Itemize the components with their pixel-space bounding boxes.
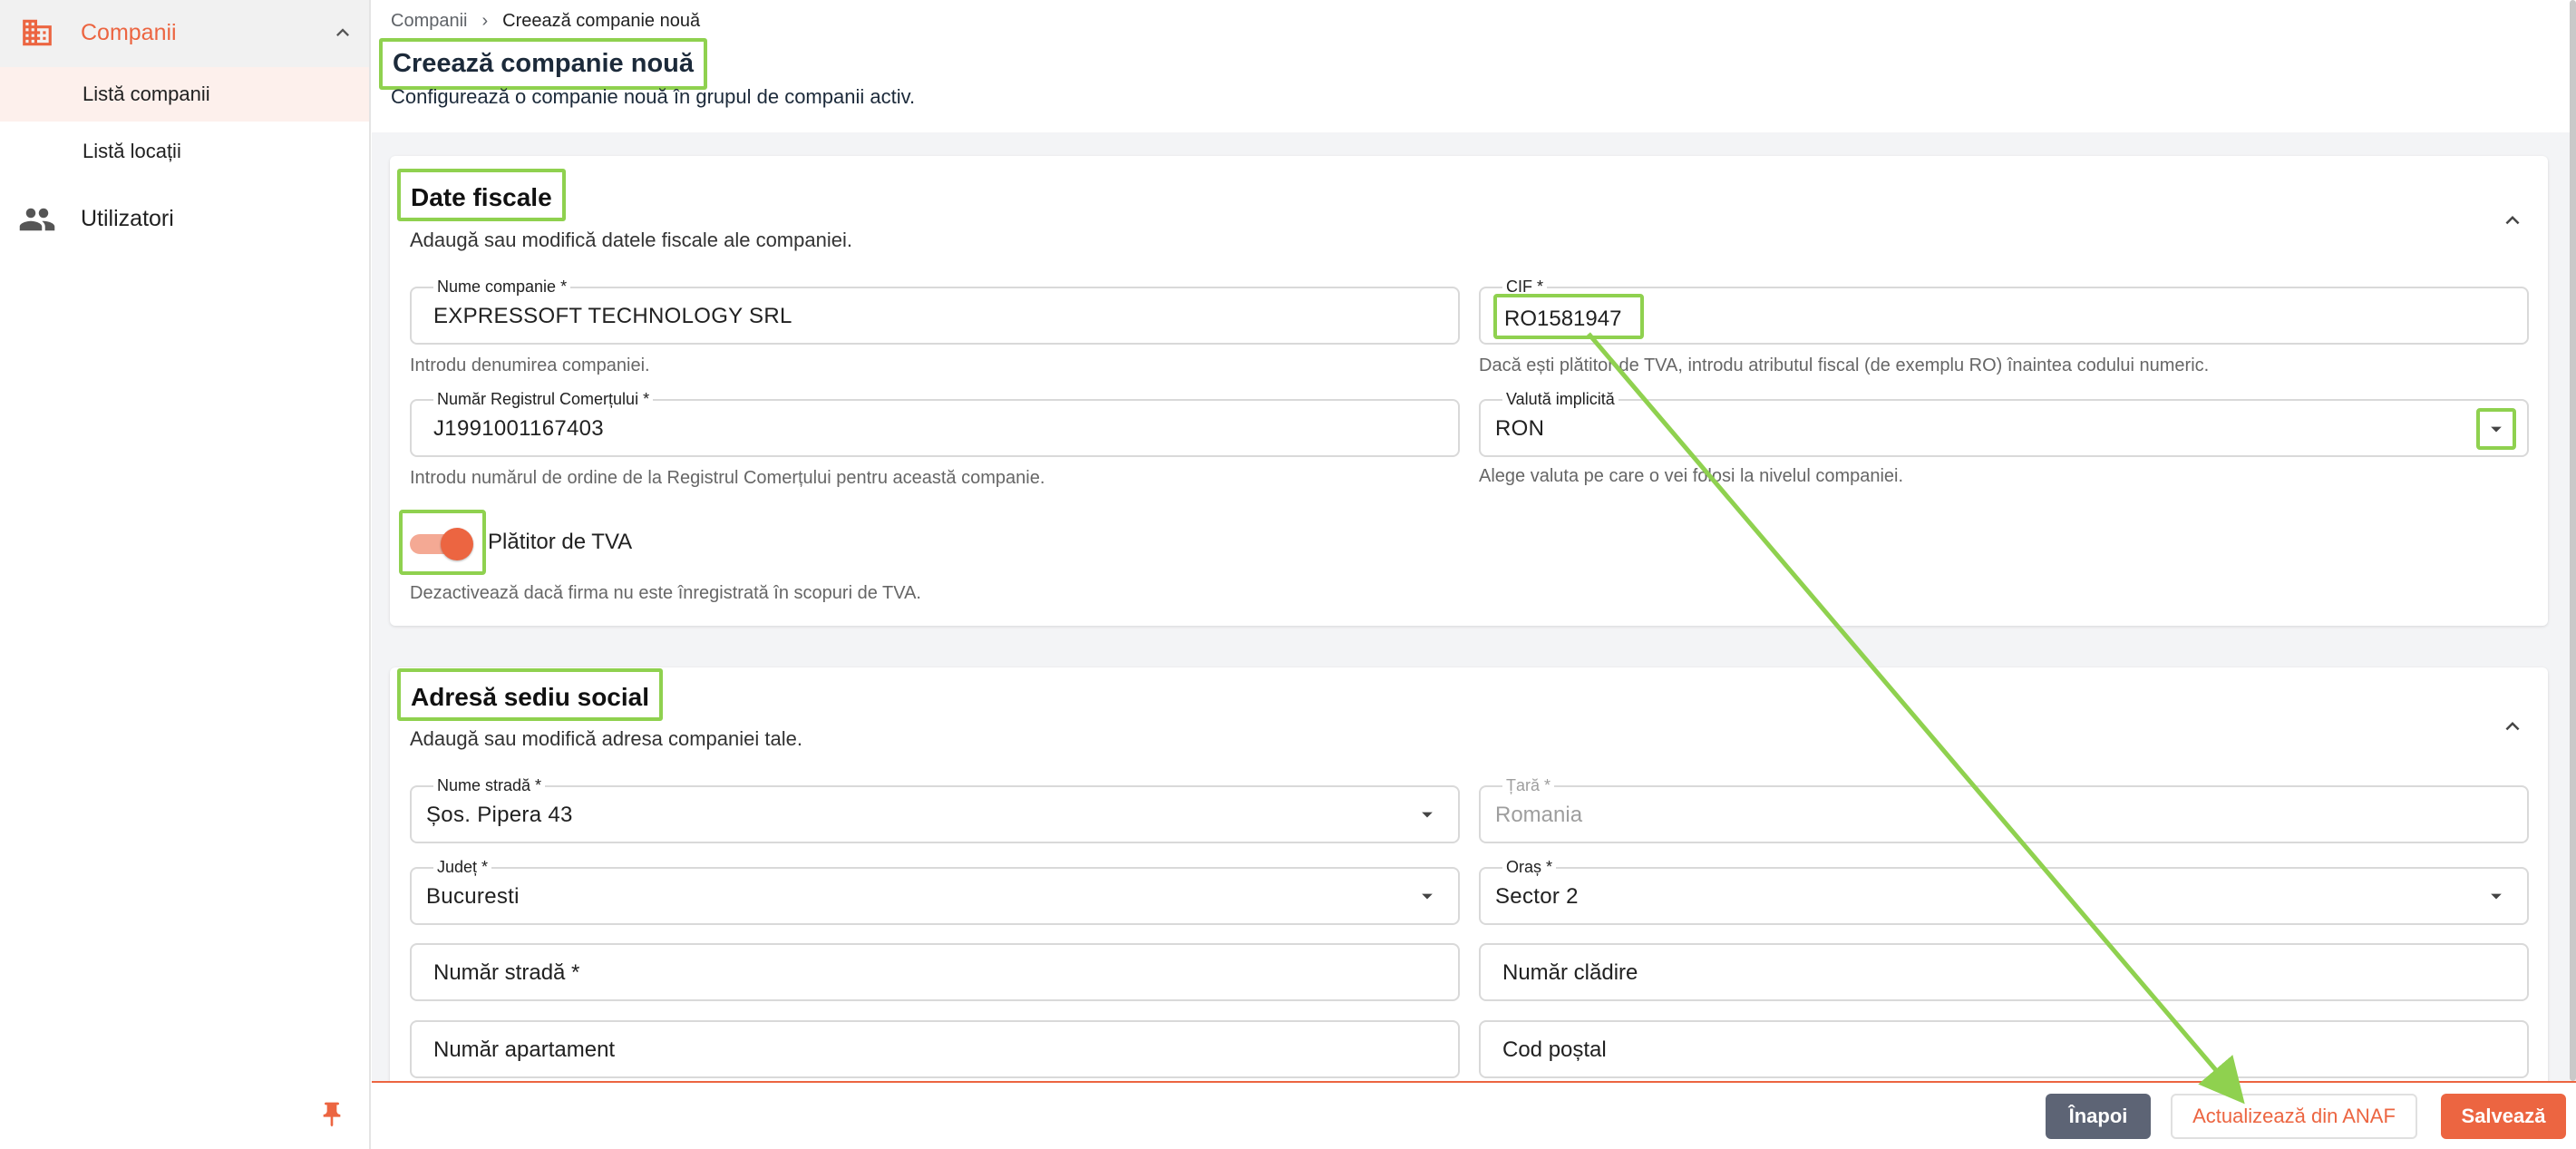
field-value: EXPRESSOFT TECHNOLOGY SRL bbox=[433, 304, 792, 328]
trade-register-field[interactable]: Număr Registrul Comerțului * J1991001167… bbox=[410, 390, 1460, 457]
cif-highlight: RO1581947 bbox=[1493, 294, 1644, 339]
sidebar-item-label: Utilizatori bbox=[81, 206, 174, 231]
main-content bbox=[372, 132, 2576, 1081]
toggle-knob bbox=[441, 528, 473, 560]
sidebar: Companii Listă companii Listă locații Ut… bbox=[0, 0, 371, 1149]
address-card-title: Adresă sediu social bbox=[397, 668, 664, 721]
vat-toggle-label: Plătitor de TVA bbox=[488, 530, 633, 554]
building-icon bbox=[23, 19, 52, 46]
dropdown-arrow-icon bbox=[2491, 426, 2502, 433]
field-hint: Alege valuta pe care o vei folosi la niv… bbox=[1479, 466, 1904, 486]
company-name-field[interactable]: Nume companie * EXPRESSOFT TECHNOLOGY SR… bbox=[410, 278, 1460, 345]
back-button[interactable]: Înapoi bbox=[2046, 1094, 2151, 1139]
breadcrumb-current: Creează companie nouă bbox=[502, 11, 701, 31]
field-hint: Dezactivează dacă firma nu este înregist… bbox=[410, 583, 921, 603]
pin-icon[interactable] bbox=[317, 1098, 346, 1131]
field-placeholder: Număr apartament bbox=[433, 1037, 616, 1062]
field-placeholder: Cod poștal bbox=[1502, 1037, 1607, 1062]
apartment-number-field[interactable]: Număr apartament bbox=[410, 1020, 1460, 1078]
page-title: Creează companie nouă bbox=[379, 38, 707, 90]
sidebar-item-label: Listă companii bbox=[83, 83, 210, 105]
dropdown-arrow-icon bbox=[1422, 893, 1433, 900]
street-name-select[interactable]: Nume stradă * Șos. Pipera 43 bbox=[410, 776, 1460, 843]
field-hint: Dacă ești plătitor de TVA, introdu atrib… bbox=[1479, 355, 2210, 375]
country-field: Țară * Romania bbox=[1479, 776, 2529, 843]
field-label: Județ * bbox=[433, 858, 492, 877]
save-button[interactable]: Salvează bbox=[2441, 1094, 2566, 1139]
field-hint: Introdu numărul de ordine de la Registru… bbox=[410, 468, 1045, 488]
field-label: Valută implicită bbox=[1502, 390, 1619, 409]
update-from-anaf-button[interactable]: Actualizează din ANAF bbox=[2171, 1094, 2417, 1139]
field-value: RON bbox=[1495, 416, 1545, 441]
street-number-field[interactable]: Număr stradă * bbox=[410, 943, 1460, 1001]
sidebar-item-users[interactable]: Utilizatori bbox=[0, 190, 369, 247]
chevron-up-icon[interactable] bbox=[2499, 207, 2526, 234]
field-value: J1991001167403 bbox=[433, 416, 604, 441]
scrollbar[interactable] bbox=[2570, 0, 2576, 1081]
dropdown-arrow-icon bbox=[1422, 812, 1433, 818]
field-value: Sector 2 bbox=[1495, 884, 1579, 909]
field-label: Număr Registrul Comerțului * bbox=[433, 390, 654, 409]
sidebar-group-label: Companii bbox=[81, 20, 177, 45]
field-value: Bucuresti bbox=[426, 884, 520, 909]
fiscal-data-card bbox=[390, 156, 2548, 626]
sidebar-item-location-list[interactable]: Listă locații bbox=[0, 124, 369, 179]
form-footer: Înapoi Actualizează din ANAF Salvează bbox=[372, 1081, 2576, 1149]
field-value: Șos. Pipera 43 bbox=[426, 803, 573, 827]
city-select[interactable]: Oraș * Sector 2 bbox=[1479, 858, 2529, 925]
building-number-field[interactable]: Număr clădire bbox=[1479, 943, 2529, 1001]
field-value: Romania bbox=[1495, 803, 1583, 827]
fiscal-card-description: Adaugă sau modifică datele fiscale ale c… bbox=[410, 229, 852, 251]
vat-toggle[interactable] bbox=[399, 510, 486, 575]
breadcrumb-link-companies[interactable]: Companii bbox=[391, 11, 467, 32]
breadcrumb-separator: › bbox=[481, 11, 489, 31]
field-value: RO1581947 bbox=[1504, 307, 1622, 331]
field-label: Oraș * bbox=[1502, 858, 1557, 877]
field-placeholder: Număr clădire bbox=[1502, 960, 1638, 985]
fiscal-card-title: Date fiscale bbox=[397, 169, 566, 221]
county-select[interactable]: Județ * Bucuresti bbox=[410, 858, 1460, 925]
field-label: Nume companie * bbox=[433, 278, 571, 297]
sidebar-item-company-list[interactable]: Listă companii bbox=[0, 67, 369, 122]
postal-code-field[interactable]: Cod poștal bbox=[1479, 1020, 2529, 1078]
chevron-up-icon[interactable] bbox=[2499, 713, 2526, 740]
breadcrumb: Companii › Creează companie nouă bbox=[391, 11, 700, 32]
address-card-description: Adaugă sau modifică adresa companiei tal… bbox=[410, 727, 802, 750]
field-hint: Introdu denumirea companiei. bbox=[410, 355, 650, 375]
currency-select[interactable]: Valută implicită RON bbox=[1479, 390, 2529, 457]
users-icon bbox=[19, 208, 55, 231]
field-label: Nume stradă * bbox=[433, 776, 546, 795]
field-label: Țară * bbox=[1502, 776, 1555, 795]
chevron-up-icon[interactable] bbox=[330, 20, 355, 45]
page-header: Companii › Creează companie nouă Creează… bbox=[372, 0, 2576, 132]
dropdown-arrow-icon bbox=[2491, 893, 2502, 900]
currency-dropdown-button[interactable] bbox=[2476, 408, 2516, 450]
field-placeholder: Număr stradă * bbox=[433, 960, 580, 985]
sidebar-item-label: Listă locații bbox=[83, 140, 181, 162]
page-subtitle: Configurează o companie nouă în grupul d… bbox=[391, 85, 916, 108]
sidebar-group-companies[interactable]: Companii bbox=[0, 0, 369, 67]
